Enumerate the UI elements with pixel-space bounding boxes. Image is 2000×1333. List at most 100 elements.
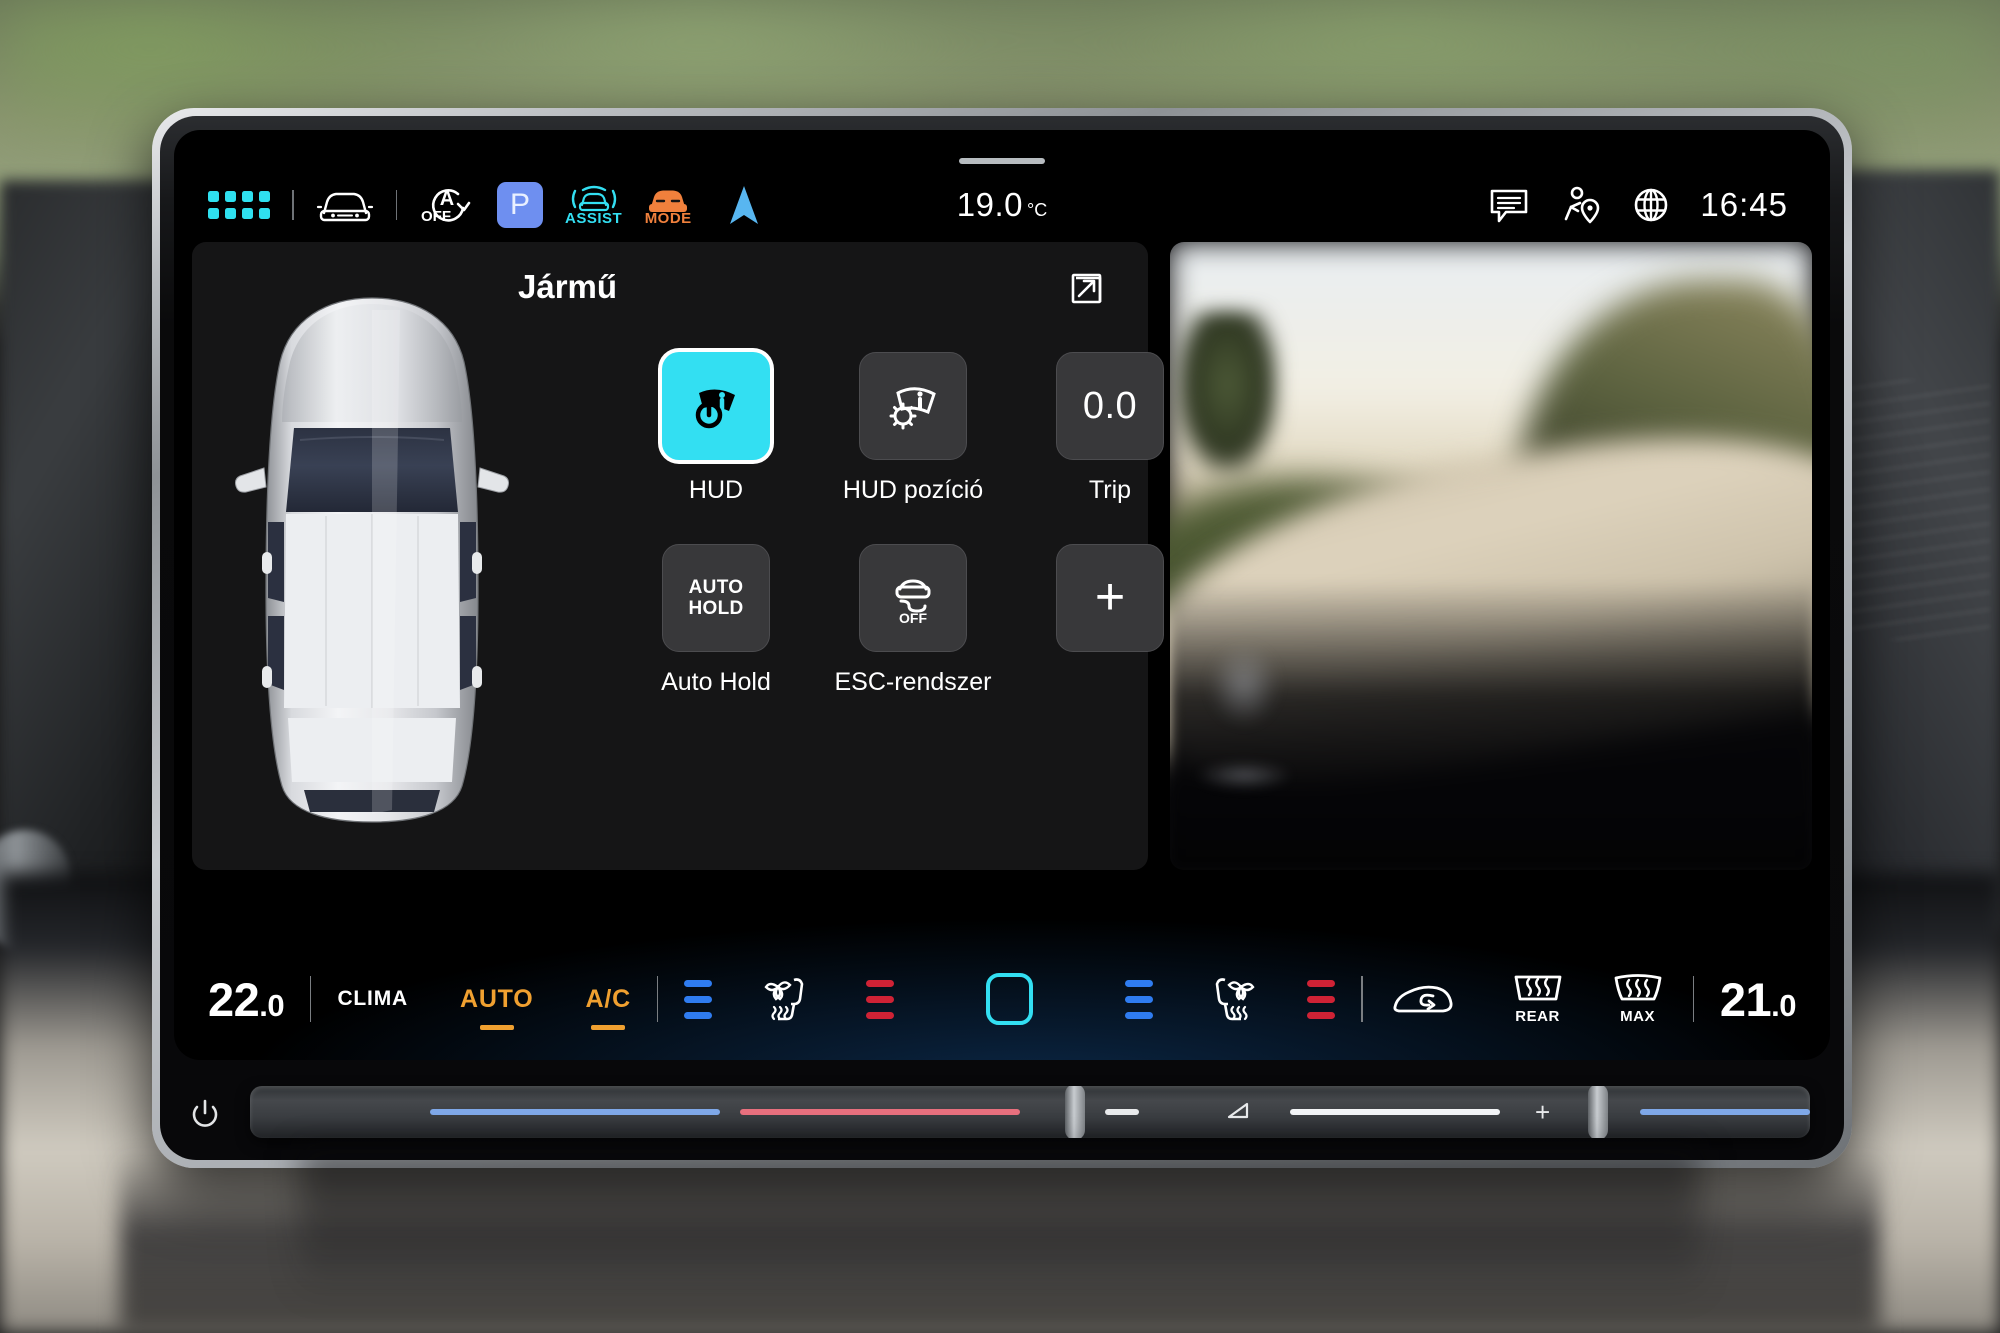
status-bar: A OFF P ASSIST MODE 19.0 °C 16:45 [174, 176, 1830, 234]
passenger-fan-level-cool[interactable] [1125, 979, 1154, 1019]
tile-trip: 0.0 Trip [1036, 352, 1184, 544]
tile-hud: HUD [642, 352, 790, 544]
svg-text:OFF: OFF [899, 610, 927, 626]
outside-temp-unit: °C [1027, 200, 1048, 220]
passenger-temp-frac: .0 [1771, 987, 1797, 1023]
power-button-icon[interactable] [188, 1098, 222, 1132]
esc-off-icon: OFF [895, 579, 931, 626]
status-divider-1 [292, 190, 294, 220]
volume-track-blue-right [1640, 1109, 1810, 1115]
volume-slider-handle-right[interactable] [1588, 1086, 1608, 1138]
temp-track-blue[interactable] [430, 1109, 720, 1115]
hud-settings-icon [889, 387, 936, 430]
quick-settings-tiles: HUD HUD pozíció 0.0 Trip AUTO HOLD Auto … [642, 352, 1184, 736]
hud-power-icon [695, 389, 735, 429]
person-location-icon[interactable] [1560, 185, 1602, 225]
auto-hold-icon: AUTO HOLD [688, 577, 743, 620]
tile-label: Trip [1088, 476, 1132, 504]
status-bar-left: A OFF P ASSIST MODE [174, 182, 764, 228]
tile-esc: OFF ESC-rendszer [835, 544, 992, 736]
status-bar-right: 16:45 [1488, 185, 1830, 225]
temp-track-red[interactable] [740, 1109, 1020, 1115]
status-divider-2 [395, 190, 397, 220]
content-area: Jármű HUD HUD pozíció 0.0 Trip AUTO HOLD… [174, 242, 1830, 932]
svg-text:OFF: OFF [421, 208, 451, 225]
drive-mode-icon[interactable]: MODE [644, 185, 692, 226]
globe-icon[interactable] [1632, 186, 1670, 224]
svg-text:A: A [440, 188, 454, 210]
volume-track-tick [1105, 1109, 1139, 1115]
add-tile-button[interactable]: + [1056, 544, 1164, 652]
park-status-badge[interactable]: P [497, 182, 543, 228]
auto-label: AUTO [459, 984, 534, 1013]
message-bubble-icon[interactable] [1488, 186, 1530, 224]
auto-hold-button[interactable]: AUTO HOLD [662, 544, 770, 652]
driver-fan-level-heat[interactable] [866, 979, 895, 1019]
ac-active-underline [591, 1024, 626, 1030]
car-front-icon[interactable] [316, 186, 374, 224]
climate-divider-3 [1361, 976, 1363, 1022]
expand-arrow-icon[interactable] [1068, 270, 1104, 306]
tile-label: HUD [688, 476, 744, 504]
clima-button[interactable]: CLIMA [337, 987, 408, 1011]
touch-slider-bar[interactable]: + [250, 1086, 1810, 1138]
infotainment-unit: A OFF P ASSIST MODE 19.0 °C 16:45 Jármű … [152, 108, 1852, 1168]
hud-position-button[interactable] [859, 352, 967, 460]
panel-drag-handle[interactable] [959, 158, 1045, 164]
auto-start-stop-off-icon[interactable]: A OFF [419, 184, 475, 226]
tile-label: Auto Hold [661, 668, 771, 696]
driver-fan-level-cool[interactable] [684, 979, 713, 1019]
seat-climate-left-icon[interactable] [758, 973, 820, 1025]
assist-icon[interactable]: ASSIST [565, 185, 622, 226]
volume-low-icon[interactable] [1225, 1100, 1251, 1127]
seat-climate-right-icon[interactable] [1199, 973, 1261, 1025]
front-defrost-label: MAX [1620, 1008, 1655, 1025]
climate-divider-2 [657, 976, 659, 1022]
volume-track-filled[interactable] [1290, 1109, 1500, 1115]
auto-button[interactable]: AUTO [459, 984, 534, 1030]
trip-value: 0.0 [1082, 384, 1138, 427]
auto-hold-line1: AUTO [688, 576, 744, 598]
ac-button[interactable]: A/C [585, 984, 632, 1030]
rear-defrost-icon[interactable]: REAR [1509, 973, 1567, 1025]
tile-label: ESC-rendszer [834, 668, 992, 696]
hardware-slider-strip: + [180, 1078, 1824, 1152]
front-defrost-icon[interactable]: MAX [1609, 973, 1667, 1025]
vehicle-settings-panel: Jármű HUD HUD pozíció 0.0 Trip AUTO HOLD… [192, 242, 1164, 870]
passenger-temperature[interactable]: 21 .0 [1719, 972, 1797, 1027]
driver-temperature[interactable]: 22 .0 [208, 972, 285, 1027]
volume-plus-icon[interactable]: + [1535, 1099, 1550, 1125]
climate-divider-1 [310, 976, 312, 1022]
tile-label: HUD pozíció [842, 476, 984, 504]
photo-artifact-2 [1195, 763, 1292, 789]
air-recirculation-icon[interactable] [1389, 977, 1457, 1021]
rear-defrost-label: REAR [1515, 1008, 1560, 1025]
auto-active-underline [479, 1024, 514, 1030]
apps-grid-icon[interactable] [208, 191, 270, 219]
media-photo-panel[interactable] [1170, 242, 1812, 870]
car-top-view-image [222, 290, 522, 830]
park-label: P [509, 188, 530, 221]
driver-temp-whole: 22 [208, 972, 260, 1026]
infotainment-display: A OFF P ASSIST MODE 19.0 °C 16:45 Jármű … [174, 130, 1830, 1060]
climate-bar: 22 .0 CLIMA AUTO A/C REAR MAX 21 .0 [174, 938, 1830, 1060]
sync-square-icon[interactable] [986, 973, 1034, 1025]
photo-tree [1176, 311, 1280, 475]
console-reflection [300, 1150, 1700, 1300]
trip-button[interactable]: 0.0 [1056, 352, 1164, 460]
temperature-slider-handle-left[interactable] [1065, 1086, 1085, 1138]
navigation-arrow-icon[interactable] [724, 182, 764, 228]
plus-icon: + [1094, 568, 1126, 627]
photo-artifact-1 [1208, 643, 1280, 726]
esc-button[interactable]: OFF [859, 544, 967, 652]
tile-add: + [1036, 544, 1184, 736]
climate-divider-4 [1692, 976, 1694, 1022]
tile-auto-hold: AUTO HOLD Auto Hold [642, 544, 790, 736]
passenger-temp-whole: 21 [1719, 972, 1772, 1026]
ac-label: A/C [585, 984, 632, 1013]
hud-toggle-button[interactable] [662, 352, 770, 460]
dashboard-scene: A OFF P ASSIST MODE 19.0 °C 16:45 Jármű … [0, 0, 2000, 1333]
outside-temp-value: 19.0 [956, 186, 1024, 223]
outside-temperature: 19.0 °C [957, 186, 1047, 224]
passenger-fan-level-heat[interactable] [1307, 979, 1336, 1019]
